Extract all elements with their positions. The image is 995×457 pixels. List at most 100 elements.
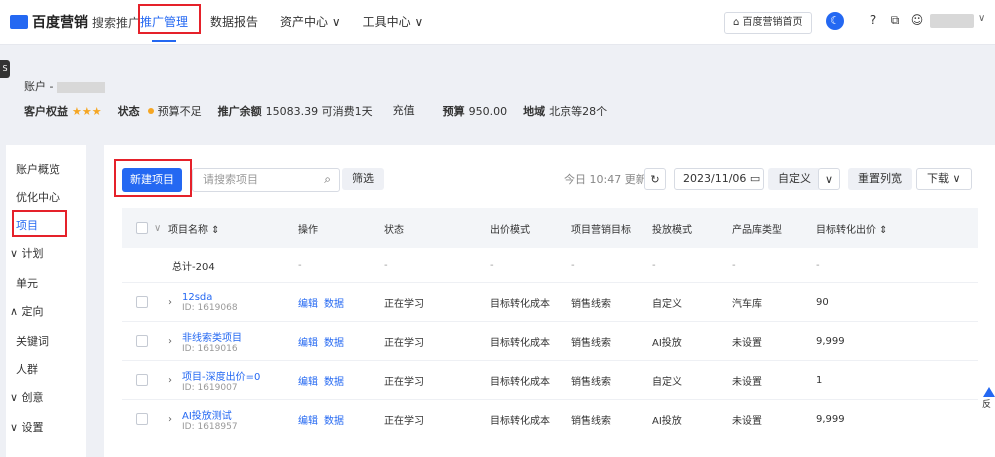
- operations-cell: 编辑 数据: [298, 361, 350, 399]
- project-name-link[interactable]: AI投放测试: [182, 407, 232, 422]
- row-checkbox[interactable]: [136, 335, 148, 347]
- main-nav: 推广管理 数据报告 资产中心 ∨ 工具中心 ∨: [140, 0, 445, 44]
- edit-link[interactable]: 编辑: [298, 334, 318, 349]
- col-delivery-mode: 投放模式: [652, 224, 692, 236]
- data-link[interactable]: 数据: [324, 334, 344, 349]
- table-row: › 非线索类项目 ID: 1619016 编辑 数据 正在学习 目标转化成本 销售…: [122, 322, 978, 361]
- chevron-down-icon[interactable]: ∨: [154, 223, 161, 234]
- rights-stars: ★★★: [72, 104, 102, 118]
- status-label: 状态: [117, 105, 140, 118]
- col-bid-mode: 出价模式: [490, 224, 530, 236]
- total-label: 总计-204: [172, 261, 215, 273]
- project-name-cell: AI投放测试 ID: 1618957: [182, 400, 238, 438]
- sidebar-item-audience[interactable]: 人群: [16, 361, 38, 377]
- region-label: 地域: [523, 105, 546, 118]
- operations-cell: 编辑 数据: [298, 400, 350, 438]
- user-name-redacted[interactable]: [930, 14, 974, 28]
- col-target-bid[interactable]: 目标转化出价 ⇕: [816, 208, 888, 248]
- col-project-name[interactable]: 项目名称 ⇕: [168, 208, 220, 248]
- sidebar-item-settings[interactable]: ∨ 设置: [10, 419, 44, 435]
- select-all-checkbox[interactable]: [136, 222, 148, 234]
- sidebar-item-targeting[interactable]: ∧ 定向: [10, 303, 44, 319]
- feedback-label: 反: [982, 400, 992, 410]
- brand-product: 搜索推广: [92, 15, 141, 30]
- logo[interactable]: 百度营销 搜索推广: [10, 12, 140, 32]
- data-link[interactable]: 数据: [324, 412, 344, 427]
- download-button[interactable]: 下载 ∨: [916, 168, 972, 190]
- refresh-icon[interactable]: ↻: [644, 168, 666, 190]
- region-value: 北京等28个: [549, 105, 608, 118]
- total-dash: -: [490, 259, 494, 271]
- expand-chevron-icon[interactable]: ›: [168, 283, 172, 321]
- new-project-button[interactable]: 新建项目: [122, 168, 182, 192]
- goal-cell: 销售线索: [571, 415, 611, 427]
- data-link[interactable]: 数据: [324, 373, 344, 388]
- filter-button[interactable]: 筛选: [342, 168, 384, 190]
- col-marketing-goal: 项目营销目标: [571, 224, 631, 236]
- help-icon[interactable]: ?: [866, 13, 880, 27]
- feedback-fab[interactable]: 反: [982, 385, 995, 425]
- theme-moon-icon[interactable]: ☾: [826, 12, 844, 30]
- sidebar-item-optimization[interactable]: 优化中心: [16, 189, 60, 205]
- price-cell: 9,999: [816, 335, 845, 347]
- search-icon[interactable]: ⌕: [324, 172, 331, 187]
- expand-chevron-icon[interactable]: ›: [168, 322, 172, 360]
- project-id: ID: 1619007: [182, 382, 238, 393]
- status-cell: 正在学习: [384, 415, 424, 427]
- edit-link[interactable]: 编辑: [298, 373, 318, 388]
- budget-label: 预算: [442, 105, 465, 118]
- row-checkbox[interactable]: [136, 296, 148, 308]
- home-icon: ⌂: [733, 17, 743, 28]
- sidebar-item-account-overview[interactable]: 账户概览: [16, 161, 60, 177]
- sidebar-item-unit[interactable]: 单元: [16, 275, 38, 291]
- chevron-down-icon[interactable]: ∨: [818, 168, 840, 190]
- project-id: ID: 1619016: [182, 343, 238, 354]
- edit-link[interactable]: 编辑: [298, 412, 318, 427]
- recharge-button[interactable]: 充值: [380, 100, 427, 122]
- project-name-cell: 12sda ID: 1619068: [182, 283, 238, 321]
- sidebar-item-keywords[interactable]: 关键词: [16, 333, 49, 349]
- bid-mode-cell: 目标转化成本: [490, 376, 550, 388]
- reset-column-width-button[interactable]: 重置列宽: [848, 168, 912, 190]
- bid-mode-cell: 目标转化成本: [490, 415, 550, 427]
- lib-cell: 未设置: [732, 337, 762, 349]
- account-title-row: 账户 -: [24, 78, 106, 94]
- table-header: ∨ 项目名称 ⇕ 操作 状态 出价模式 项目营销目标 投放模式 产品库类型 目标…: [122, 208, 978, 248]
- project-name-link[interactable]: 非线索类项目: [182, 329, 242, 344]
- project-name-link[interactable]: 12sda: [182, 292, 212, 303]
- total-dash: -: [384, 259, 388, 271]
- price-cell: 90: [816, 296, 829, 308]
- nav-tool-center[interactable]: 工具中心 ∨: [363, 0, 424, 44]
- row-checkbox[interactable]: [136, 374, 148, 386]
- row-checkbox[interactable]: [136, 413, 148, 425]
- total-dash: -: [571, 259, 575, 271]
- edit-link[interactable]: 编辑: [298, 295, 318, 310]
- chevron-down-icon[interactable]: ∨: [978, 13, 985, 24]
- nav-promotion-management[interactable]: 推广管理: [140, 0, 188, 44]
- goal-cell: 销售线索: [571, 337, 611, 349]
- copy-icon[interactable]: ⧉: [888, 13, 902, 27]
- balance-value: 15083.39 可消费1天: [265, 105, 373, 118]
- col-operations: 操作: [298, 224, 318, 236]
- expand-chevron-icon[interactable]: ›: [168, 400, 172, 438]
- nav-data-report[interactable]: 数据报告: [210, 0, 258, 44]
- sidebar-item-project[interactable]: 项目: [16, 217, 38, 233]
- status-cell: 正在学习: [384, 298, 424, 310]
- date-picker[interactable]: 2023/11/06 ▭: [674, 168, 764, 190]
- custom-columns-button[interactable]: 自定义: [768, 168, 821, 190]
- sidebar-item-plan[interactable]: ∨ 计划: [10, 245, 44, 261]
- search-input[interactable]: [193, 169, 323, 189]
- operations-cell: 编辑 数据: [298, 322, 350, 360]
- table-row: › AI投放测试 ID: 1618957 编辑 数据 正在学习 目标转化成本 销售…: [122, 400, 978, 438]
- collapse-tab[interactable]: S: [0, 60, 10, 78]
- account-title: 账户 -: [24, 80, 54, 93]
- project-name-link[interactable]: 项目-深度出价=0: [182, 368, 260, 383]
- baidu-marketing-home-button[interactable]: ⌂ 百度营销首页: [724, 12, 812, 34]
- expand-chevron-icon[interactable]: ›: [168, 361, 172, 399]
- table-row: › 12sda ID: 1619068 编辑 数据 正在学习 目标转化成本 销售线…: [122, 283, 978, 322]
- feedback-icon: [983, 387, 995, 397]
- sidebar-item-creative[interactable]: ∨ 创意: [10, 389, 44, 405]
- nav-asset-center[interactable]: 资产中心 ∨: [280, 0, 341, 44]
- data-link[interactable]: 数据: [324, 295, 344, 310]
- user-icon[interactable]: ☺: [910, 13, 924, 27]
